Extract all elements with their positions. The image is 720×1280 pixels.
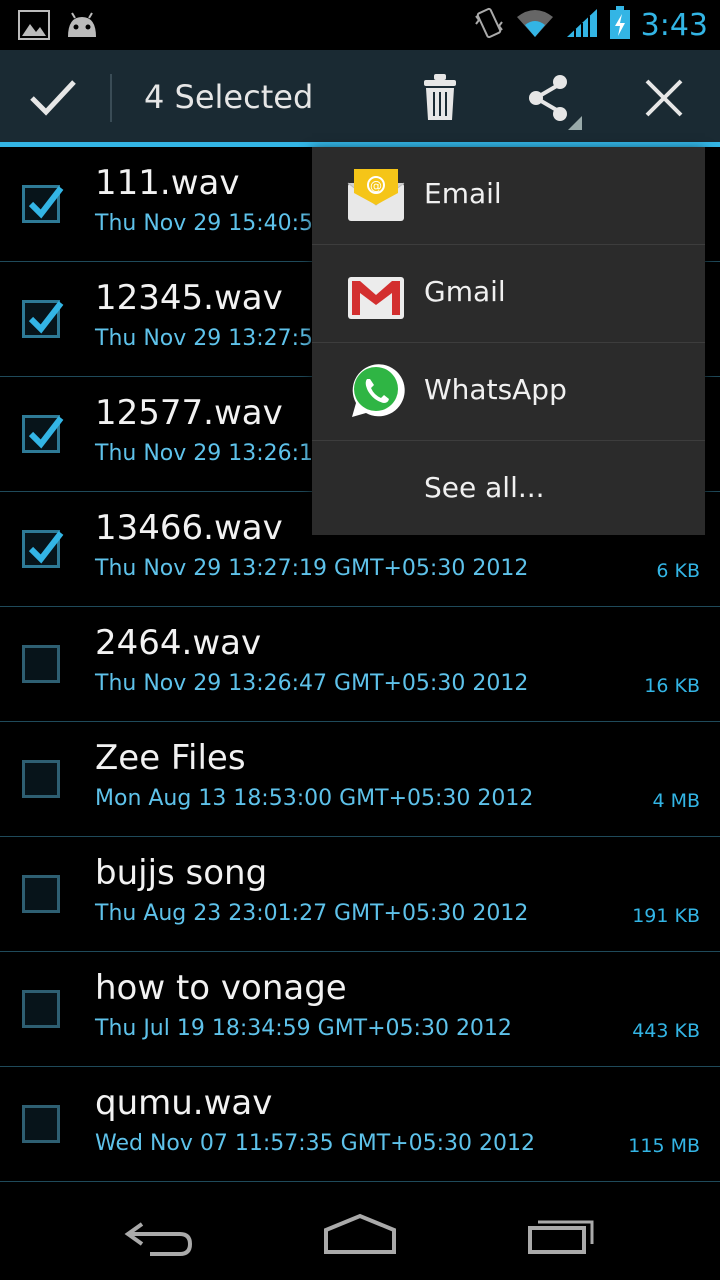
file-name: 111.wav — [95, 163, 240, 203]
gmail-app-icon — [346, 263, 406, 323]
action-bar-divider — [110, 74, 112, 122]
checkbox-unchecked[interactable] — [22, 990, 60, 1028]
file-date: Mon Aug 13 18:53:00 GMT+05:30 2012 — [95, 786, 534, 811]
image-icon — [18, 10, 50, 44]
checkbox-checked[interactable] — [22, 415, 64, 453]
file-size: 6 KB — [656, 560, 700, 582]
file-size: 443 KB — [632, 1020, 700, 1042]
file-date: Thu Nov 29 13:27:52 — [95, 326, 328, 351]
home-icon[interactable] — [320, 1210, 400, 1260]
battery-charging-icon — [609, 6, 631, 44]
navigation-bar — [0, 1190, 720, 1280]
file-name: Zee Files — [95, 738, 246, 778]
share-option-label: See all... — [424, 471, 545, 504]
checkbox-unchecked[interactable] — [22, 1105, 60, 1143]
whatsapp-app-icon — [346, 361, 406, 421]
file-date: Wed Nov 07 11:57:35 GMT+05:30 2012 — [95, 1131, 535, 1156]
file-name: bujjs song — [95, 853, 268, 893]
share-option-see-all[interactable]: See all... — [312, 441, 705, 538]
file-name: 12577.wav — [95, 393, 283, 433]
back-icon[interactable] — [120, 1210, 200, 1260]
file-name: 13466.wav — [95, 508, 283, 548]
file-size: 16 KB — [644, 675, 700, 697]
close-icon[interactable] — [644, 78, 684, 118]
list-item[interactable]: bujjs song Thu Aug 23 23:01:27 GMT+05:30… — [0, 837, 720, 952]
share-popup-menu: @ Email Gmail WhatsApp See all... — [312, 147, 705, 535]
email-app-icon: @ — [346, 165, 406, 225]
wifi-icon — [515, 7, 555, 43]
list-item[interactable]: 2464.wav Thu Nov 29 13:26:47 GMT+05:30 2… — [0, 607, 720, 722]
file-name: 2464.wav — [95, 623, 262, 663]
android-icon — [64, 11, 100, 43]
share-option-whatsapp[interactable]: WhatsApp — [312, 343, 705, 441]
share-option-gmail[interactable]: Gmail — [312, 245, 705, 343]
checkbox-unchecked[interactable] — [22, 875, 60, 913]
checkbox-checked[interactable] — [22, 300, 64, 338]
clock: 3:43 — [640, 7, 708, 43]
file-name: 12345.wav — [95, 278, 283, 318]
file-size: 115 MB — [628, 1135, 700, 1157]
selection-count-title: 4 Selected — [144, 78, 314, 116]
share-option-label: Email — [424, 177, 502, 210]
list-item[interactable]: qumu.wav Wed Nov 07 11:57:35 GMT+05:30 2… — [0, 1067, 720, 1182]
recent-apps-icon[interactable] — [520, 1210, 600, 1260]
file-date: Thu Nov 29 15:40:59 — [95, 211, 328, 236]
share-option-label: WhatsApp — [424, 373, 567, 406]
file-date: Thu Nov 29 13:26:14 — [95, 441, 328, 466]
checkbox-unchecked[interactable] — [22, 760, 60, 798]
done-check-icon[interactable] — [28, 78, 78, 118]
vibrate-icon — [473, 6, 505, 44]
file-date: Thu Nov 29 13:27:19 GMT+05:30 2012 — [95, 556, 529, 581]
share-icon[interactable] — [524, 72, 584, 132]
file-date: Thu Nov 29 13:26:47 GMT+05:30 2012 — [95, 671, 529, 696]
checkbox-unchecked[interactable] — [22, 645, 60, 683]
file-name: qumu.wav — [95, 1083, 273, 1123]
contextual-action-bar: 4 Selected — [0, 50, 720, 142]
share-option-label: Gmail — [424, 275, 506, 308]
file-size: 191 KB — [632, 905, 700, 927]
file-size: 4 MB — [652, 790, 700, 812]
file-name: how to vonage — [95, 968, 347, 1008]
trash-icon[interactable] — [420, 72, 460, 124]
share-option-email[interactable]: @ Email — [312, 147, 705, 245]
svg-text:@: @ — [370, 179, 382, 193]
checkbox-checked[interactable] — [22, 530, 64, 568]
checkbox-checked[interactable] — [22, 185, 64, 223]
file-date: Thu Jul 19 18:34:59 GMT+05:30 2012 — [95, 1016, 512, 1041]
list-item[interactable]: Zee Files Mon Aug 13 18:53:00 GMT+05:30 … — [0, 722, 720, 837]
signal-icon — [565, 7, 599, 43]
file-date: Thu Aug 23 23:01:27 GMT+05:30 2012 — [95, 901, 529, 926]
status-bar: 3:43 — [0, 0, 720, 50]
list-item[interactable]: how to vonage Thu Jul 19 18:34:59 GMT+05… — [0, 952, 720, 1067]
